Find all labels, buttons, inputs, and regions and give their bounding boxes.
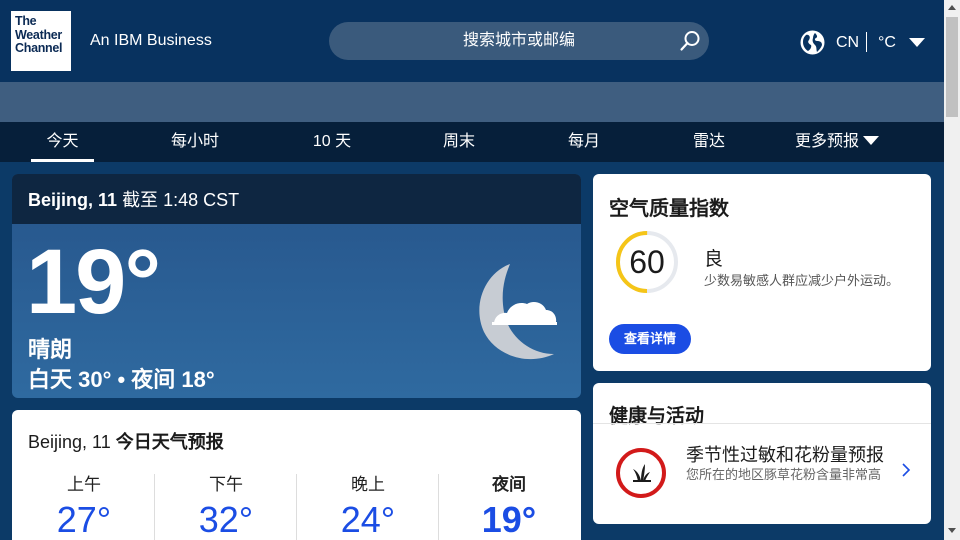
scroll-up-arrow-icon[interactable] — [948, 5, 956, 10]
chevron-right-icon[interactable] — [900, 461, 912, 479]
search-box[interactable]: 搜索城市或邮编 — [329, 22, 709, 60]
aqi-description: 少数易敏感人群应减少户外运动。 — [704, 273, 900, 288]
site-header: The Weather Channel An IBM Business 搜索城市… — [0, 0, 944, 82]
tab-weekend[interactable]: 周末 — [428, 122, 490, 162]
allergy-description: 您所在的地区豚草花粉含量非常高 — [686, 467, 882, 482]
forecast-period-temp: 19° — [481, 499, 537, 540]
unit-selector[interactable]: °C — [878, 34, 896, 52]
forecast-period-label: 晚上 — [351, 475, 385, 494]
forecast-period-temp: 24° — [340, 499, 396, 540]
forecast-period-label: 上午 — [67, 475, 101, 494]
chevron-down-icon[interactable] — [909, 38, 925, 47]
tab-radar[interactable]: 雷达 — [678, 122, 740, 162]
pollen-icon — [616, 448, 666, 498]
air-quality-card: 空气质量指数 60 良 少数易敏感人群应减少户外运动。 查看详情 — [593, 174, 931, 371]
aqi-category: 良 — [704, 249, 724, 270]
tab-today[interactable]: 今天 — [31, 122, 94, 162]
region-selector[interactable]: CN — [836, 34, 859, 52]
forecast-nav: 今天 每小时 10 天 周末 每月 雷达 更多预报 — [0, 122, 944, 162]
current-conditions-header: Beijing, 11 截至 1:48 CST — [12, 174, 581, 224]
forecast-afternoon[interactable]: 下午 32° — [155, 470, 297, 540]
forecast-period-temp: 27° — [56, 499, 112, 540]
ibm-business-text: An IBM Business — [90, 32, 212, 49]
forecast-period-label: 夜间 — [492, 475, 526, 494]
search-icon[interactable] — [679, 30, 701, 52]
forecast-evening[interactable]: 晚上 24° — [297, 470, 439, 540]
scroll-down-arrow-icon[interactable] — [948, 528, 956, 533]
forecast-location: Beijing, 11 — [28, 432, 111, 452]
header-divider — [866, 32, 867, 52]
logo-line-2: Weather — [15, 27, 62, 42]
day-night-temperatures: 白天 30° • 夜间 18° — [28, 367, 215, 392]
forecast-period-label: 下午 — [209, 475, 243, 494]
weather-channel-logo[interactable]: The Weather Channel — [11, 11, 71, 71]
air-quality-title: 空气质量指数 — [609, 198, 729, 220]
current-conditions-card: Beijing, 11 截至 1:48 CST 19° 晴朗 白天 30° • … — [12, 174, 581, 398]
health-activities-card: 健康与活动 季节性过敏和花粉量预报 您所在的地区豚草花粉含量非常高 — [593, 383, 931, 524]
forecast-overnight[interactable]: 夜间 19° — [438, 470, 580, 540]
moon-cloud-icon — [479, 264, 557, 360]
tab-hourly[interactable]: 每小时 — [160, 122, 230, 162]
current-condition: 晴朗 — [28, 337, 73, 362]
current-temperature: 19° — [26, 231, 161, 333]
view-details-button[interactable]: 查看详情 — [609, 324, 691, 354]
today-forecast-card: Beijing, 11 今日天气预报 上午 27° 下午 32° 晚上 24° … — [12, 410, 581, 540]
search-input[interactable]: 搜索城市或邮编 — [329, 22, 709, 60]
globe-icon[interactable] — [800, 30, 825, 55]
tab-10day[interactable]: 10 天 — [300, 122, 364, 162]
forecast-period-temp: 32° — [198, 499, 254, 540]
more-forecasts-label: 更多预报 — [794, 133, 859, 150]
current-location: Beijing, 11 — [28, 190, 118, 210]
forecast-morning[interactable]: 上午 27° — [13, 470, 155, 540]
caret-down-icon — [863, 136, 879, 145]
scrollbar-thumb[interactable] — [946, 17, 958, 117]
tab-more-forecasts[interactable]: 更多预报 — [782, 122, 892, 162]
forecast-heading: 今日天气预报 — [115, 432, 224, 452]
logo-line-3: Channel — [15, 41, 63, 55]
page-scrollbar[interactable] — [944, 0, 960, 540]
today-forecast-title: Beijing, 11 今日天气预报 — [28, 428, 224, 454]
card-divider — [593, 423, 931, 424]
allergy-headline[interactable]: 季节性过敏和花粉量预报 — [686, 441, 884, 467]
tab-monthly[interactable]: 每月 — [553, 122, 615, 162]
aqi-value: 60 — [629, 244, 665, 280]
logo-line-1: The — [15, 14, 37, 28]
ad-banner — [0, 82, 944, 122]
as-of-time: 截至 1:48 CST — [122, 190, 240, 210]
